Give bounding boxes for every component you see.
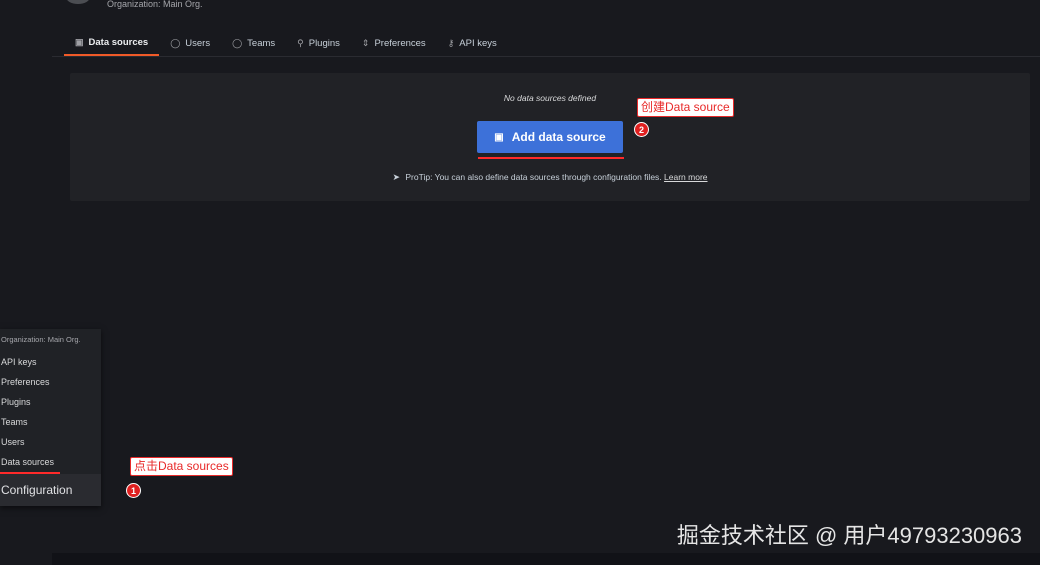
tab-plugins[interactable]: ⚲ Plugins <box>286 30 351 56</box>
tab-label: Plugins <box>308 37 340 49</box>
tab-bar: ▣ Data sources ◯ Users ◯ Teams ⚲ Plugins… <box>64 30 508 56</box>
database-icon: ▣ <box>75 36 84 47</box>
menu-item-teams[interactable]: Teams <box>1 417 28 427</box>
empty-state-card: No data sources defined ▣ Add data sourc… <box>70 73 1030 201</box>
configuration-menu: Organization: Main Org. API keys Prefere… <box>0 329 101 506</box>
tab-label: Teams <box>247 37 276 49</box>
empty-message: No data sources defined <box>503 93 597 103</box>
database-icon: ▣ <box>494 131 504 143</box>
user-icon: ◯ <box>170 37 181 48</box>
tab-data-sources[interactable]: ▣ Data sources <box>64 30 160 56</box>
menu-item-users[interactable]: Users <box>1 437 25 447</box>
users-icon: ◯ <box>232 37 243 48</box>
watermark: 掘金技术社区 @ 用户49793230963 <box>676 523 1022 548</box>
sliders-icon: ⇕ <box>361 37 370 48</box>
annotation-underline-button <box>478 157 624 159</box>
protip-text: ProTip: You can also define data sources… <box>405 172 662 182</box>
tab-label: API keys <box>459 37 497 49</box>
annotation-label-step1: 点击Data sources <box>130 457 233 476</box>
protip: ➤ ProTip: You can also define data sourc… <box>70 172 1030 183</box>
menu-footer-label: Configuration <box>1 483 73 497</box>
annotation-badge-step1: 1 <box>126 483 141 498</box>
tab-users[interactable]: ◯ Users <box>159 30 221 56</box>
org-subtitle: Organization: Main Org. <box>107 0 203 9</box>
bottom-strip <box>52 553 1040 565</box>
tab-label: Data sources <box>88 36 149 48</box>
tab-label: Preferences <box>374 37 426 49</box>
menu-item-preferences[interactable]: Preferences <box>1 377 50 387</box>
menu-item-plugins[interactable]: Plugins <box>1 397 31 407</box>
add-data-source-label: Add data source <box>511 130 606 144</box>
tab-divider <box>52 56 1040 57</box>
tab-api-keys[interactable]: ⚷ API keys <box>437 30 508 56</box>
rocket-icon: ➤ <box>392 172 401 182</box>
menu-item-data-sources[interactable]: Data sources <box>1 457 54 467</box>
annotation-label-step2: 创建Data source <box>637 98 734 117</box>
tab-label: Users <box>185 37 211 49</box>
key-icon: ⚷ <box>447 37 455 48</box>
learn-more-link[interactable]: Learn more <box>664 172 707 182</box>
tab-teams[interactable]: ◯ Teams <box>221 30 286 56</box>
add-data-source-button[interactable]: ▣ Add data source <box>477 121 623 153</box>
menu-header: Organization: Main Org. <box>1 335 81 344</box>
menu-item-api-keys[interactable]: API keys <box>1 357 37 367</box>
annotation-badge-step2: 2 <box>634 122 649 137</box>
tab-preferences[interactable]: ⇕ Preferences <box>351 30 437 56</box>
menu-footer-configuration[interactable]: Configuration <box>0 474 101 506</box>
plug-icon: ⚲ <box>297 37 304 48</box>
